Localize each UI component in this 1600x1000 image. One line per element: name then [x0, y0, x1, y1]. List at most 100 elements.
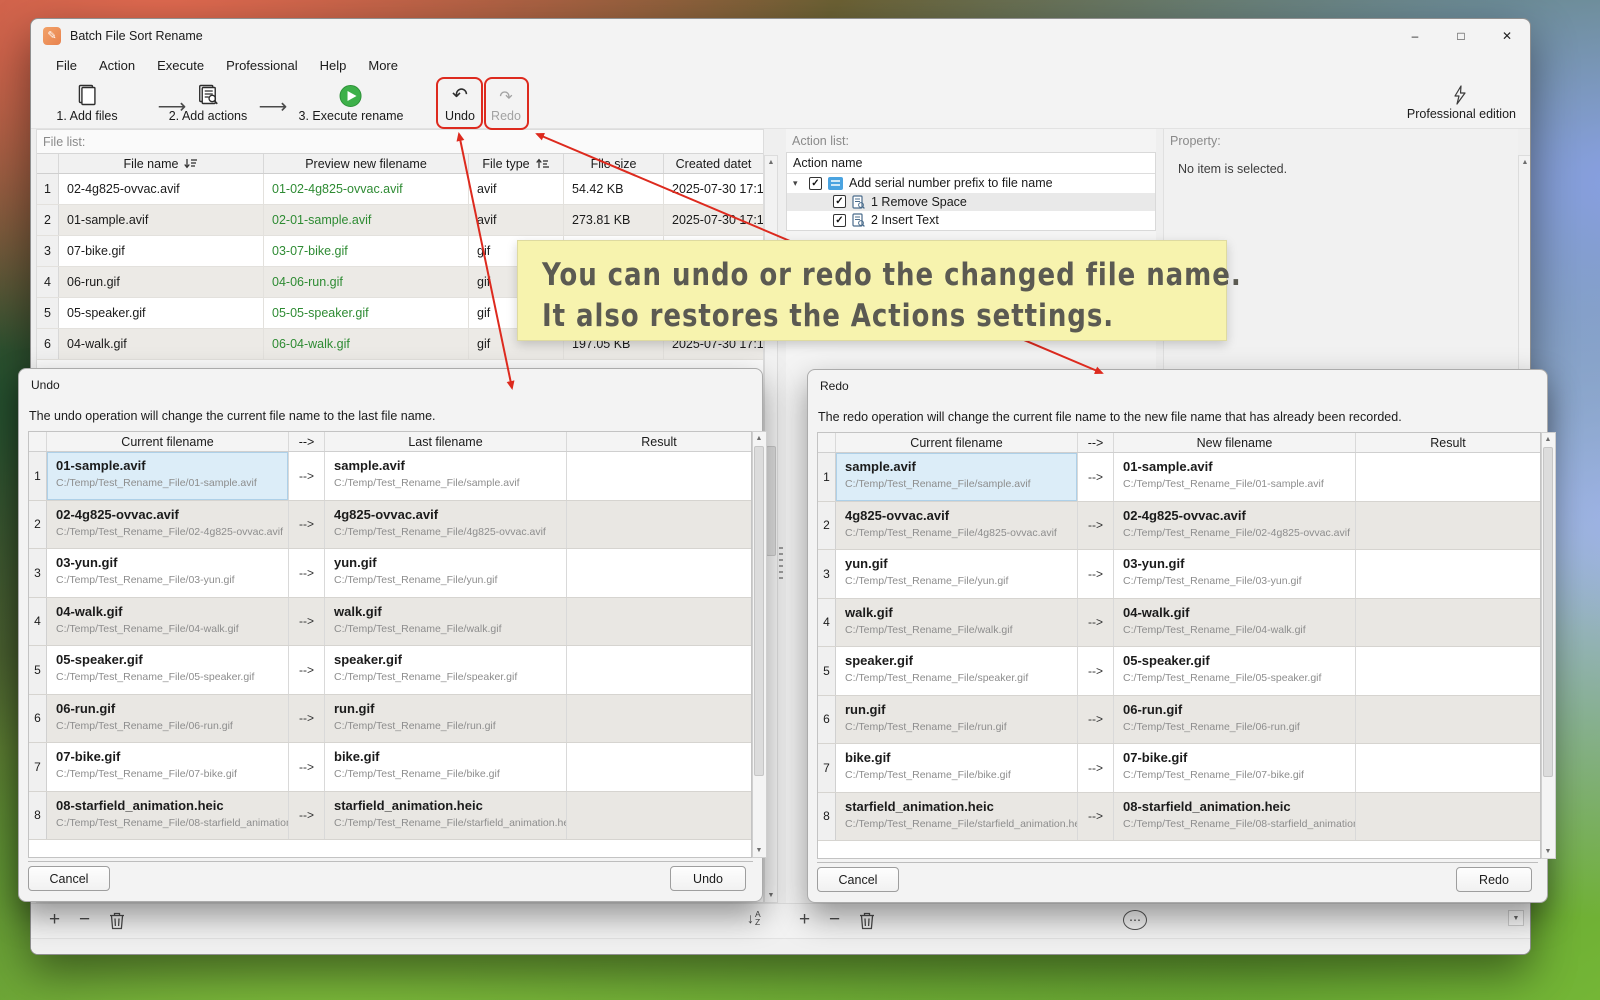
- undo-dialog-description: The undo operation will change the curre…: [19, 392, 762, 423]
- undo-table: Current filename --> Last filename Resul…: [28, 431, 752, 858]
- add-actions-button[interactable]: 2. Add actions: [169, 81, 248, 123]
- result-cell: [567, 743, 751, 791]
- undo-row[interactable]: 606-run.gifC:/Temp/Test_Rename_File/06-r…: [29, 695, 751, 744]
- redo-button[interactable]: ↷ Redo: [491, 81, 521, 123]
- redo-dialog: Redo The redo operation will change the …: [807, 369, 1548, 903]
- callout-line1: You can undo or redo the changed file na…: [542, 252, 1178, 297]
- menu-more[interactable]: More: [357, 55, 409, 76]
- redo-dialog-title: Redo: [808, 370, 1547, 393]
- scroll-up-icon[interactable]: ▲: [1542, 433, 1554, 446]
- delete-files-trash-icon[interactable]: [109, 911, 125, 930]
- undo-row[interactable]: 303-yun.gifC:/Temp/Test_Rename_File/03-y…: [29, 549, 751, 598]
- col-file-name[interactable]: File name: [59, 154, 264, 173]
- add-file-icon-button[interactable]: +: [49, 909, 60, 931]
- file-row[interactable]: 102-4g825-ovvac.avif01-02-4g825-ovvac.av…: [37, 174, 763, 205]
- action-item-icon: [852, 213, 865, 227]
- checkbox-checked[interactable]: ✓: [833, 195, 846, 208]
- menu-professional[interactable]: Professional: [215, 55, 309, 76]
- undo-row[interactable]: 808-starfield_animation.heicC:/Temp/Test…: [29, 792, 751, 841]
- expand-icon[interactable]: ▾: [793, 178, 803, 189]
- menu-help[interactable]: Help: [309, 55, 358, 76]
- menu-execute[interactable]: Execute: [146, 55, 215, 76]
- action-child-row[interactable]: ✓ 2 Insert Text: [787, 211, 1155, 230]
- col-created[interactable]: Created datet: [664, 154, 763, 173]
- close-button[interactable]: ✕: [1484, 19, 1530, 52]
- col-new-filename[interactable]: New filename: [1114, 433, 1356, 452]
- col-current-filename[interactable]: Current filename: [836, 433, 1078, 452]
- scroll-up-icon[interactable]: ▲: [753, 432, 765, 445]
- scroll-down-icon[interactable]: ▼: [1542, 845, 1554, 858]
- redo-row[interactable]: 6run.gifC:/Temp/Test_Rename_File/run.gif…: [818, 696, 1540, 745]
- scroll-thumb[interactable]: [766, 446, 776, 556]
- menubar: File Action Execute Professional Help Mo…: [31, 52, 1530, 78]
- undo-cancel-button[interactable]: Cancel: [28, 866, 110, 891]
- action-root-label: Add serial number prefix to file name: [849, 176, 1053, 190]
- menu-action[interactable]: Action: [88, 55, 146, 76]
- col-last-filename[interactable]: Last filename: [325, 432, 567, 451]
- scroll-down-icon[interactable]: ▼: [753, 844, 765, 857]
- redo-row[interactable]: 8starfield_animation.heicC:/Temp/Test_Re…: [818, 793, 1540, 842]
- redo-row[interactable]: 7bike.gifC:/Temp/Test_Rename_File/bike.g…: [818, 744, 1540, 793]
- undo-table-scrollbar[interactable]: ▲ ▼: [752, 431, 767, 858]
- undo-row[interactable]: 202-4g825-ovvac.avifC:/Temp/Test_Rename_…: [29, 501, 751, 550]
- col-file-type[interactable]: File type: [469, 154, 564, 173]
- undo-confirm-button[interactable]: Undo: [670, 866, 746, 891]
- file-row[interactable]: 201-sample.avif02-01-sample.avifavif273.…: [37, 205, 763, 236]
- scroll-down-icon[interactable]: ▼: [765, 889, 777, 902]
- result-cell: [567, 598, 751, 646]
- redo-cancel-button[interactable]: Cancel: [817, 867, 899, 892]
- col-result[interactable]: Result: [1356, 433, 1540, 452]
- redo-table-scrollbar[interactable]: ▲ ▼: [1541, 432, 1556, 859]
- col-file-size[interactable]: File size: [564, 154, 664, 173]
- undo-button[interactable]: ↶ Undo: [445, 81, 475, 123]
- checkbox-checked[interactable]: ✓: [809, 177, 822, 190]
- col-arrow: -->: [289, 432, 325, 451]
- scroll-up-icon[interactable]: ▲: [765, 156, 777, 169]
- redo-table: Current filename --> New filename Result…: [817, 432, 1541, 859]
- scroll-thumb[interactable]: [1543, 447, 1553, 777]
- dialog-separator: [28, 861, 753, 862]
- preview-name: 01-02-4g825-ovvac.avif: [264, 174, 469, 204]
- undo-row[interactable]: 101-sample.avifC:/Temp/Test_Rename_File/…: [29, 452, 751, 501]
- titlebar[interactable]: ✎ Batch File Sort Rename – □ ✕: [31, 19, 1530, 52]
- scroll-down-button[interactable]: ▼: [1508, 910, 1524, 926]
- last-filename-cell: starfield_animation.heicC:/Temp/Test_Ren…: [325, 792, 567, 840]
- col-current-filename[interactable]: Current filename: [47, 432, 289, 451]
- checkbox-checked[interactable]: ✓: [833, 214, 846, 227]
- add-actions-icon: [195, 81, 221, 107]
- action-root-row[interactable]: ▾ ✓ Add serial number prefix to file nam…: [787, 174, 1155, 193]
- scroll-thumb[interactable]: [754, 446, 764, 776]
- col-result[interactable]: Result: [567, 432, 751, 451]
- redo-row[interactable]: 1sample.avifC:/Temp/Test_Rename_File/sam…: [818, 453, 1540, 502]
- redo-confirm-button[interactable]: Redo: [1456, 867, 1532, 892]
- redo-row[interactable]: 5speaker.gifC:/Temp/Test_Rename_File/spe…: [818, 647, 1540, 696]
- undo-row[interactable]: 404-walk.gifC:/Temp/Test_Rename_File/04-…: [29, 598, 751, 647]
- more-options-ellipsis-icon[interactable]: ⋯: [1123, 910, 1147, 930]
- edition-label: Professional edition: [1407, 107, 1516, 121]
- sort-az-icon[interactable]: ↓AZ: [747, 910, 761, 926]
- undo-row[interactable]: 505-speaker.gifC:/Temp/Test_Rename_File/…: [29, 646, 751, 695]
- new-filename-cell: 07-bike.gifC:/Temp/Test_Rename_File/07-b…: [1114, 744, 1356, 792]
- result-cell: [1356, 696, 1540, 744]
- redo-row[interactable]: 3yun.gifC:/Temp/Test_Rename_File/yun.gif…: [818, 550, 1540, 599]
- delete-actions-trash-icon[interactable]: [859, 911, 875, 930]
- menu-file[interactable]: File: [45, 55, 88, 76]
- execute-rename-button[interactable]: 3. Execute rename: [299, 81, 404, 123]
- undo-row[interactable]: 707-bike.gifC:/Temp/Test_Rename_File/07-…: [29, 743, 751, 792]
- action-name-header[interactable]: Action name: [787, 153, 1155, 174]
- action-child-row[interactable]: ✓ 1 Remove Space: [787, 193, 1155, 212]
- redo-row[interactable]: 24g825-ovvac.avifC:/Temp/Test_Rename_Fil…: [818, 502, 1540, 551]
- result-cell: [567, 792, 751, 840]
- scroll-up-icon[interactable]: ▲: [1519, 156, 1531, 169]
- remove-action-icon-button[interactable]: −: [829, 909, 840, 931]
- minimize-button[interactable]: –: [1392, 19, 1438, 52]
- remove-file-icon-button[interactable]: −: [79, 909, 90, 931]
- new-filename-cell: 01-sample.avifC:/Temp/Test_Rename_File/0…: [1114, 453, 1356, 501]
- redo-row[interactable]: 4walk.gifC:/Temp/Test_Rename_File/walk.g…: [818, 599, 1540, 648]
- preview-name: 02-01-sample.avif: [264, 205, 469, 235]
- col-preview[interactable]: Preview new filename: [264, 154, 469, 173]
- pane-splitter[interactable]: [779, 547, 783, 583]
- add-action-icon-button[interactable]: +: [799, 909, 810, 931]
- maximize-button[interactable]: □: [1438, 19, 1484, 52]
- add-files-button[interactable]: 1. Add files: [56, 81, 117, 123]
